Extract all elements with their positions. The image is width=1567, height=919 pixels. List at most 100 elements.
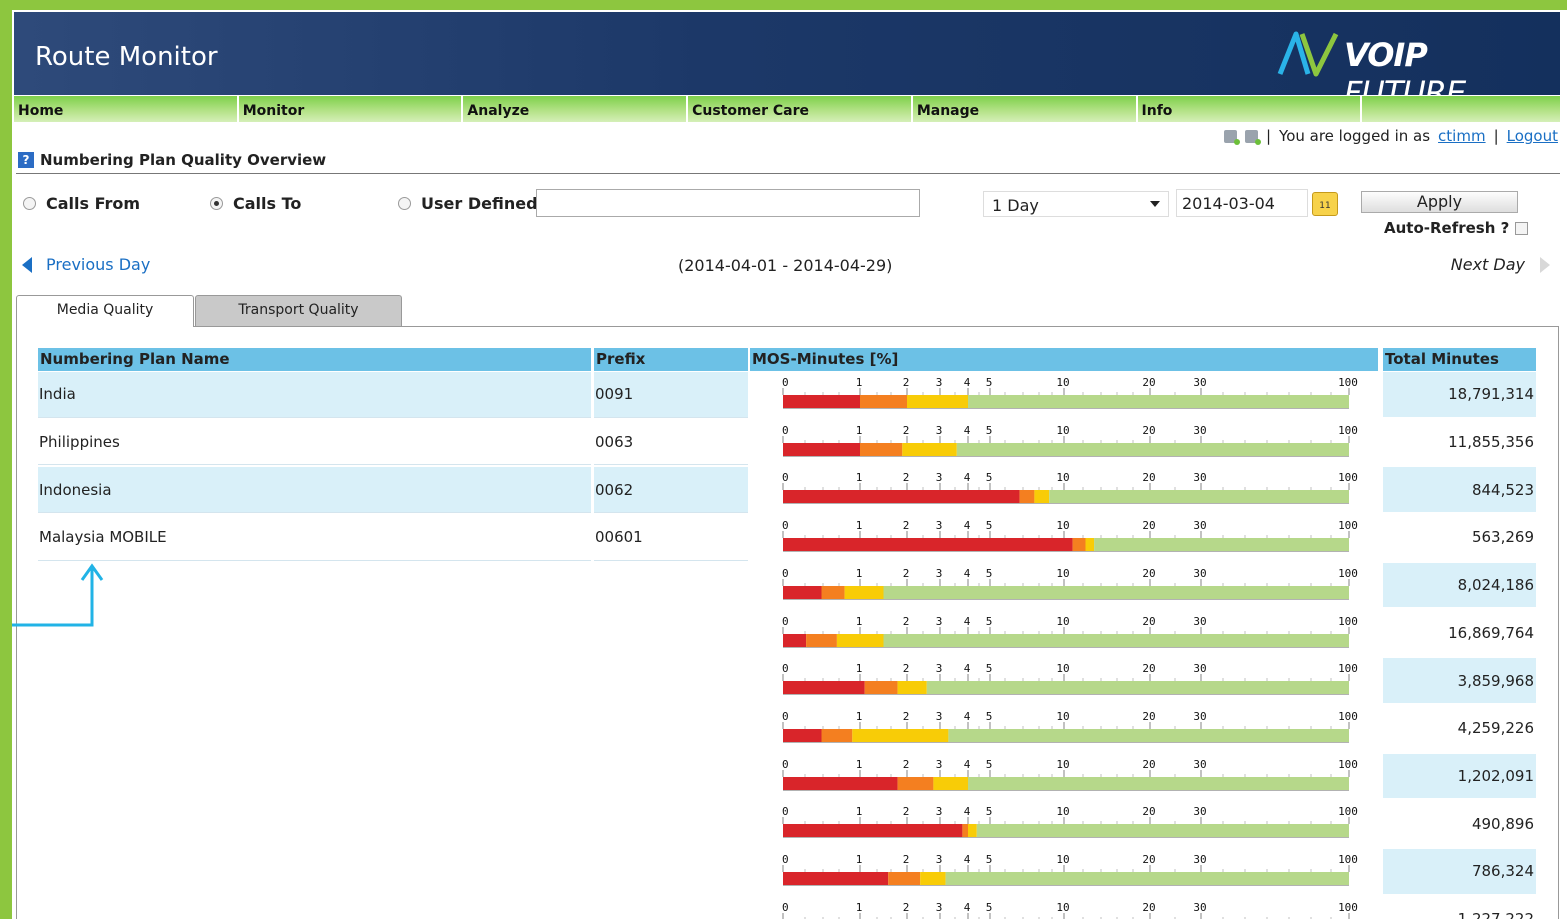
scale-tick-label: 30 bbox=[1193, 471, 1206, 484]
mos-segment-green bbox=[968, 395, 1349, 408]
settings-icon[interactable] bbox=[1244, 129, 1261, 145]
mos-segment-yellow bbox=[920, 872, 946, 885]
total-minutes-cell: 8,024,186 bbox=[1383, 562, 1536, 608]
scale-tick-label: 1 bbox=[856, 376, 863, 389]
nav-info[interactable]: Info bbox=[1137, 96, 1361, 122]
scale-tick-label: 2 bbox=[903, 662, 910, 675]
nav-manage[interactable]: Manage bbox=[912, 96, 1136, 122]
scale-tick-label: 10 bbox=[1056, 853, 1069, 866]
scale-tick-label: 1 bbox=[856, 805, 863, 818]
total-minutes-cell: 4,259,226 bbox=[1457, 719, 1534, 738]
scale-tick-label: 2 bbox=[903, 519, 910, 532]
auto-refresh-label: Auto-Refresh ? bbox=[1384, 219, 1510, 237]
mos-segment-green bbox=[1049, 490, 1349, 504]
scale-tick-label: 5 bbox=[986, 662, 993, 675]
scale-tick-label: 10 bbox=[1056, 376, 1069, 389]
logout-link[interactable]: Logout bbox=[1507, 127, 1558, 145]
radio-user-defined[interactable]: User Defined bbox=[398, 194, 538, 213]
numbering-plan-name-cell[interactable]: Malaysia MOBILE bbox=[38, 515, 591, 561]
scale-tick-label: 5 bbox=[986, 758, 993, 771]
scale-tick-label: 10 bbox=[1056, 758, 1069, 771]
mos-segment-green bbox=[956, 442, 1349, 456]
mos-segment-red bbox=[783, 872, 889, 885]
scale-tick-label: 2 bbox=[903, 758, 910, 771]
username-link[interactable]: ctimm bbox=[1438, 127, 1486, 145]
radio-user-defined-dot[interactable] bbox=[398, 197, 411, 210]
calendar-icon[interactable]: 11 bbox=[1312, 192, 1338, 216]
app-title: Route Monitor bbox=[35, 42, 218, 72]
period-select[interactable]: 1 Day bbox=[983, 191, 1169, 217]
scale-tick-label: 1 bbox=[856, 662, 863, 675]
logo-bold-text: VOIP bbox=[1344, 36, 1428, 74]
scale-tick-label: 4 bbox=[964, 901, 971, 914]
scale-tick-label: 3 bbox=[936, 471, 943, 484]
column-header-mos[interactable]: MOS-Minutes [%] bbox=[750, 348, 1378, 371]
numbering-plan-name-cell[interactable]: India bbox=[38, 372, 591, 418]
radio-calls-from[interactable]: Calls From bbox=[23, 194, 140, 213]
logged-in-label: You are logged in as bbox=[1279, 127, 1431, 145]
radio-calls-to-dot[interactable] bbox=[210, 197, 223, 210]
total-minutes-cell: 1,202,091 bbox=[1383, 753, 1536, 799]
date-input[interactable]: 2014-03-04 bbox=[1176, 189, 1308, 217]
mos-bar: 0 1 2 3 4 5 10 20 30 100 bbox=[782, 376, 1358, 409]
numbering-plan-name-cell[interactable]: Philippines bbox=[38, 420, 591, 466]
total-minutes-cell: 1,227,222 bbox=[1383, 897, 1536, 919]
column-header-total[interactable]: Total Minutes bbox=[1383, 348, 1536, 371]
scale-tick-label: 30 bbox=[1193, 567, 1206, 580]
prefix-cell: 00601 bbox=[594, 515, 748, 561]
mos-bar: 0 1 2 3 4 5 10 20 30 100 bbox=[782, 853, 1358, 886]
next-day-link[interactable]: Next Day bbox=[1451, 255, 1550, 274]
radio-calls-from-dot[interactable] bbox=[23, 197, 36, 210]
mos-segment-green bbox=[945, 872, 1349, 885]
column-header-name[interactable]: Numbering Plan Name bbox=[38, 348, 591, 371]
export-icon[interactable] bbox=[1223, 129, 1240, 145]
tab-media-quality[interactable]: Media Quality bbox=[16, 295, 194, 327]
scale-tick-label: 1 bbox=[856, 901, 863, 914]
scale-tick-label: 3 bbox=[936, 758, 943, 771]
column-header-prefix[interactable]: Prefix bbox=[594, 348, 748, 371]
mos-segment-green bbox=[948, 728, 1349, 742]
mos-segment-red bbox=[783, 585, 822, 599]
scale-tick-label: 4 bbox=[964, 662, 971, 675]
page-title: Numbering Plan Quality Overview bbox=[40, 151, 327, 169]
help-icon[interactable]: ? bbox=[18, 152, 34, 168]
scale-tick-label: 4 bbox=[964, 567, 971, 580]
user-defined-input[interactable] bbox=[536, 189, 920, 217]
scale-tick-label: 4 bbox=[964, 424, 971, 437]
radio-calls-to[interactable]: Calls To bbox=[210, 194, 301, 213]
period-select-value: 1 Day bbox=[992, 196, 1039, 215]
scale-tick-label: 1 bbox=[856, 758, 863, 771]
previous-day-link[interactable]: Previous Day bbox=[22, 255, 150, 274]
scale-tick-label: 10 bbox=[1056, 567, 1069, 580]
mos-segment-yellow bbox=[852, 728, 949, 742]
user-bar-separator: | bbox=[1265, 127, 1272, 145]
mos-segment-orange bbox=[962, 824, 968, 838]
nav-home[interactable]: Home bbox=[14, 96, 237, 122]
logo-wave-icon bbox=[1277, 31, 1339, 77]
mos-bar: 0 1 2 3 4 5 10 20 30 100 bbox=[782, 615, 1358, 648]
scale-tick-label: 5 bbox=[986, 710, 993, 723]
scale-tick-label: 0 bbox=[782, 853, 789, 866]
scale-tick-label: 20 bbox=[1142, 615, 1155, 628]
scale-tick-label: 20 bbox=[1142, 662, 1155, 675]
scale-tick-label: 10 bbox=[1056, 615, 1069, 628]
scale-tick-label: 2 bbox=[903, 710, 910, 723]
total-minutes-cell: 11,855,356 bbox=[1448, 433, 1534, 452]
numbering-plan-name-cell[interactable]: Indonesia bbox=[38, 467, 591, 514]
scale-tick-label: 4 bbox=[964, 758, 971, 771]
scale-tick-label: 100 bbox=[1338, 758, 1358, 771]
scale-tick-label: 30 bbox=[1193, 615, 1206, 628]
mos-segment-orange bbox=[821, 728, 853, 742]
apply-button[interactable]: Apply bbox=[1361, 191, 1518, 213]
auto-refresh-checkbox[interactable] bbox=[1515, 221, 1529, 235]
nav-monitor[interactable]: Monitor bbox=[238, 96, 462, 122]
tab-transport-quality[interactable]: Transport Quality bbox=[195, 295, 402, 326]
scale-tick-label: 1 bbox=[856, 424, 863, 437]
scale-tick-label: 0 bbox=[782, 758, 789, 771]
radio-calls-to-label: Calls To bbox=[233, 194, 302, 213]
scale-tick-label: 0 bbox=[782, 662, 789, 675]
nav-customer-care[interactable]: Customer Care bbox=[688, 96, 911, 122]
scale-tick-label: 5 bbox=[986, 471, 993, 484]
nav-analyze[interactable]: Analyze bbox=[463, 96, 687, 122]
scale-tick-label: 20 bbox=[1142, 805, 1155, 818]
